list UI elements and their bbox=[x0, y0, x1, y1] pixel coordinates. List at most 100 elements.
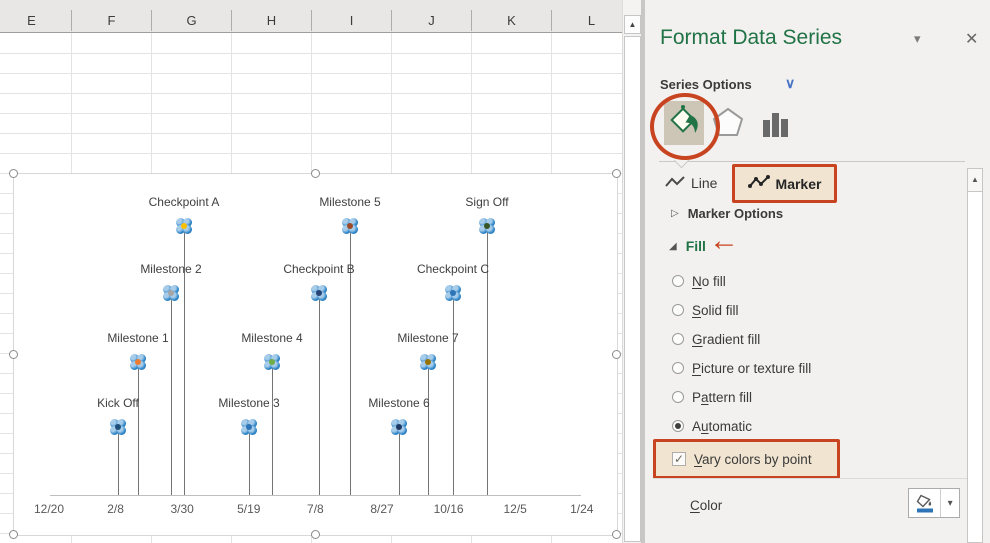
pane-vertical-scrollbar[interactable]: ▲ bbox=[967, 168, 983, 543]
expand-triangle-icon: ◢ bbox=[669, 241, 677, 252]
data-label: Checkpoint A bbox=[129, 195, 239, 211]
data-label: Milestone 3 bbox=[194, 396, 304, 412]
x-axis-tick-label: 3/30 bbox=[157, 502, 207, 518]
scroll-up-icon[interactable]: ▲ bbox=[624, 15, 641, 34]
tab-marker-label: Marker bbox=[776, 176, 822, 192]
fill-option-picture-or-texture-fill[interactable]: Picture or texture fill bbox=[672, 359, 811, 377]
section-marker-options-label: Marker Options bbox=[688, 206, 783, 221]
column-header-I[interactable]: I bbox=[312, 10, 392, 31]
radio-icon[interactable] bbox=[672, 391, 684, 403]
marker-center-dot bbox=[484, 223, 490, 229]
line-zigzag-icon bbox=[665, 175, 685, 192]
column-header-K[interactable]: K bbox=[472, 10, 552, 31]
vary-colors-annotation-box: ✓ Vary colors by point bbox=[653, 439, 840, 479]
bar-chart-icon bbox=[761, 125, 789, 142]
radio-icon[interactable] bbox=[672, 275, 684, 287]
x-axis-tick-label: 7/8 bbox=[290, 502, 340, 518]
data-label: Milestone 2 bbox=[116, 262, 226, 278]
pane-scroll-up-icon[interactable]: ▲ bbox=[968, 169, 982, 192]
column-header-G[interactable]: G bbox=[152, 10, 232, 31]
column-header-L[interactable]: L bbox=[552, 10, 632, 31]
chart-resize-handle[interactable] bbox=[311, 169, 320, 178]
series-options-tab[interactable] bbox=[761, 110, 789, 143]
data-label: Milestone 5 bbox=[295, 195, 405, 211]
fill-option-no-fill[interactable]: No fill bbox=[672, 272, 726, 290]
column-header-H[interactable]: H bbox=[232, 10, 312, 31]
x-axis-tick-label: 1/24 bbox=[557, 502, 607, 518]
fill-option-solid-fill[interactable]: Solid fill bbox=[672, 301, 739, 319]
drop-line bbox=[428, 366, 429, 495]
pane-close-icon[interactable]: ✕ bbox=[965, 29, 978, 49]
section-fill[interactable]: ◢ Fill bbox=[669, 238, 706, 254]
chart-resize-handle[interactable] bbox=[612, 350, 621, 359]
milestone-marker[interactable] bbox=[241, 419, 257, 435]
chart-resize-handle[interactable] bbox=[311, 530, 320, 539]
marker-center-dot bbox=[135, 359, 141, 365]
drop-line bbox=[272, 366, 273, 495]
milestone-marker[interactable] bbox=[391, 419, 407, 435]
drop-line bbox=[319, 297, 320, 495]
milestone-marker[interactable] bbox=[445, 285, 461, 301]
fill-option-label: No fill bbox=[692, 274, 726, 289]
marker-center-dot bbox=[168, 290, 174, 296]
data-label: Checkpoint B bbox=[264, 262, 374, 278]
sheet-scrollbar-thumb[interactable] bbox=[624, 36, 641, 542]
radio-icon[interactable] bbox=[672, 420, 684, 432]
series-options-chevron-icon[interactable]: ∨ bbox=[785, 75, 795, 92]
marker-center-dot bbox=[347, 223, 353, 229]
chart-resize-handle[interactable] bbox=[9, 530, 18, 539]
data-label: Kick Off bbox=[63, 396, 173, 412]
fill-option-label: Picture or texture fill bbox=[692, 361, 811, 376]
series-options-label: Series Options bbox=[660, 77, 752, 92]
radio-icon[interactable] bbox=[672, 304, 684, 316]
radio-icon[interactable] bbox=[672, 362, 684, 374]
column-header-E[interactable]: E bbox=[0, 10, 72, 31]
milestone-timeline-chart[interactable]: Kick OffMilestone 1Milestone 2Checkpoint… bbox=[13, 173, 618, 536]
milestone-marker[interactable] bbox=[110, 419, 126, 435]
excel-window: { "spreadsheet": { "column_headers": ["E… bbox=[0, 0, 990, 543]
marker-center-dot bbox=[450, 290, 456, 296]
chart-resize-handle[interactable] bbox=[9, 350, 18, 359]
color-label: Color bbox=[690, 498, 722, 513]
fill-option-gradient-fill[interactable]: Gradient fill bbox=[672, 330, 760, 348]
drop-line bbox=[118, 431, 119, 495]
data-label: Milestone 7 bbox=[373, 331, 483, 347]
fill-color-button[interactable]: ▾ bbox=[908, 488, 960, 518]
chart-resize-handle[interactable] bbox=[9, 169, 18, 178]
chart-resize-handle[interactable] bbox=[612, 530, 621, 539]
milestone-marker[interactable] bbox=[130, 354, 146, 370]
tab-marker[interactable]: Marker bbox=[732, 164, 837, 203]
fill-option-label: Solid fill bbox=[692, 303, 739, 318]
fill-option-pattern-fill[interactable]: Pattern fill bbox=[672, 388, 752, 406]
milestone-marker[interactable] bbox=[420, 354, 436, 370]
milestone-marker[interactable] bbox=[342, 218, 358, 234]
spreadsheet: EFGHIJKL Kick OffMilestone 1Milestone 2C… bbox=[0, 0, 645, 543]
milestone-marker[interactable] bbox=[479, 218, 495, 234]
tab-line[interactable]: Line bbox=[665, 171, 717, 195]
data-label: Milestone 4 bbox=[217, 331, 327, 347]
vary-colors-label[interactable]: Vary colors by point bbox=[694, 452, 812, 467]
radio-icon[interactable] bbox=[672, 333, 684, 345]
fill-color-dropdown-caret[interactable]: ▾ bbox=[940, 489, 959, 517]
chart-resize-handle[interactable] bbox=[612, 169, 621, 178]
column-header-J[interactable]: J bbox=[392, 10, 472, 31]
milestone-marker[interactable] bbox=[163, 285, 179, 301]
data-label: Milestone 6 bbox=[344, 396, 454, 412]
column-header-row: EFGHIJKL bbox=[0, 0, 622, 33]
fill-option-label: Pattern fill bbox=[692, 390, 752, 405]
pane-title: Format Data Series bbox=[660, 26, 842, 50]
sheet-vertical-scrollbar[interactable]: ▲ bbox=[622, 0, 641, 543]
marker-center-dot bbox=[246, 424, 252, 430]
column-header-F[interactable]: F bbox=[72, 10, 152, 31]
section-marker-options[interactable]: ▷ Marker Options bbox=[671, 206, 783, 221]
milestone-marker[interactable] bbox=[311, 285, 327, 301]
fill-option-automatic[interactable]: Automatic bbox=[672, 417, 752, 435]
x-axis-tick-label: 12/20 bbox=[24, 502, 74, 518]
milestone-marker[interactable] bbox=[264, 354, 280, 370]
data-label: Checkpoint C bbox=[398, 262, 508, 278]
vary-colors-checkbox[interactable]: ✓ bbox=[672, 452, 686, 466]
radio-selected-dot bbox=[675, 423, 681, 429]
format-data-series-pane: Format Data Series ▾ ✕ Series Options ∨ bbox=[645, 0, 990, 543]
pane-menu-caret-icon[interactable]: ▾ bbox=[914, 31, 921, 47]
milestone-marker[interactable] bbox=[176, 218, 192, 234]
